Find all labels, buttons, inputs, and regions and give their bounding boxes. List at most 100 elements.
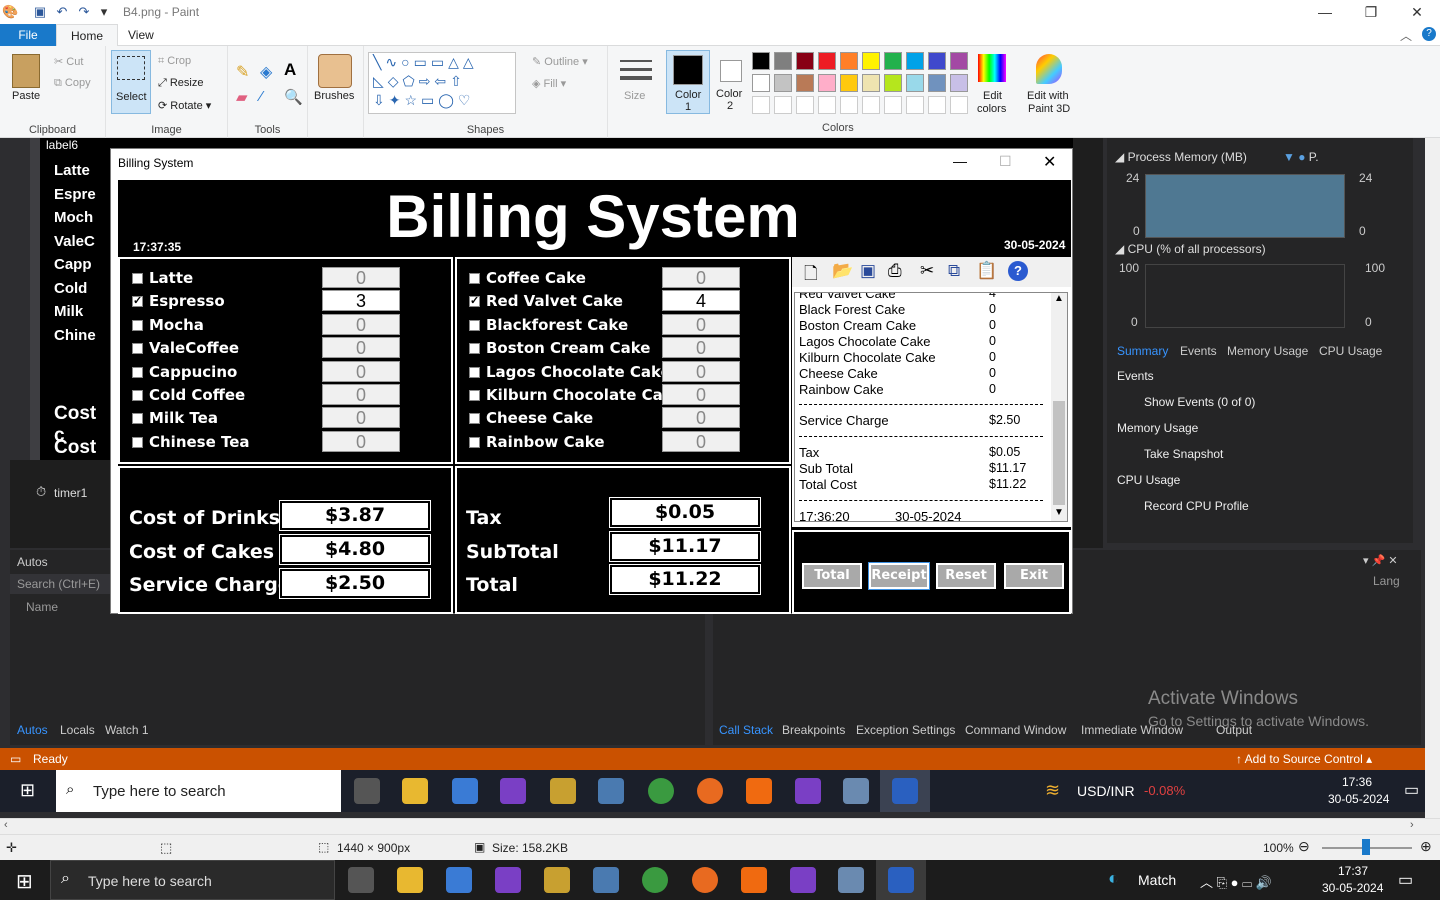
palette-custom-swatch[interactable] xyxy=(906,96,924,114)
save-file-icon[interactable]: ▣ xyxy=(860,261,882,283)
drink-qty-input[interactable]: 0 xyxy=(322,430,400,452)
cake-checkbox[interactable] xyxy=(469,319,480,331)
cake-qty-input[interactable]: 0 xyxy=(662,267,740,288)
palette-swatch[interactable] xyxy=(862,74,880,92)
cake-checkbox[interactable] xyxy=(469,413,480,425)
scroll-up-icon[interactable]: ▲ xyxy=(1054,293,1064,304)
billing-maximize-button[interactable]: ☐ xyxy=(999,153,1012,170)
eraser-icon[interactable]: ▰ xyxy=(236,88,248,106)
cake-label[interactable]: Cheese Cake xyxy=(486,409,593,427)
weather-icon[interactable]: ◐ xyxy=(1108,868,1119,889)
cake-label[interactable]: Blackforest Cake xyxy=(486,316,628,334)
scroll-right-icon[interactable]: › xyxy=(1410,819,1414,831)
paint3d-label-a[interactable]: Edit with xyxy=(1027,90,1069,102)
billing-close-button[interactable]: ✕ xyxy=(1043,152,1056,172)
color2-button[interactable]: Color 2 xyxy=(712,50,752,114)
drink-checkbox[interactable] xyxy=(132,319,143,331)
vs-tab[interactable]: Exception Settings xyxy=(856,723,955,737)
billing-minimize-button[interactable]: — xyxy=(953,153,967,169)
drink-qty-input[interactable]: 0 xyxy=(322,313,400,335)
tray-icons[interactable]: ︿ ⎘ ● ▭ 🔊 xyxy=(1200,872,1272,891)
vs-tab[interactable]: Immediate Window xyxy=(1081,723,1183,737)
paint-taskbar-icon[interactable] xyxy=(838,867,864,893)
cake-label[interactable]: Lagos Chocolate Cake xyxy=(486,363,671,381)
drink-label[interactable]: Milk Tea xyxy=(149,409,218,427)
vs-tab[interactable]: Memory Usage xyxy=(1227,344,1308,358)
cake-label[interactable]: Red Valvet Cake xyxy=(486,292,623,310)
palette-custom-swatch[interactable] xyxy=(752,96,770,114)
maximize-button[interactable]: ❐ xyxy=(1348,2,1394,22)
cake-qty-input[interactable]: 0 xyxy=(662,407,740,429)
palette-swatch[interactable] xyxy=(928,74,946,92)
cake-qty-input[interactable]: 0 xyxy=(662,360,740,382)
drink-qty-input[interactable]: 0 xyxy=(322,267,400,288)
receipt-button[interactable]: Receipt xyxy=(868,562,930,590)
save-icon[interactable]: ▣ xyxy=(32,4,48,20)
service-charge-value[interactable]: $2.50 xyxy=(279,568,431,599)
drink-label[interactable]: Espresso xyxy=(149,292,225,310)
show-events-link[interactable]: Show Events (0 of 0) xyxy=(1144,395,1255,409)
brushes-button[interactable]: Brushes xyxy=(314,90,354,102)
cake-checkbox[interactable] xyxy=(469,343,480,355)
fill-bucket-icon[interactable]: ◈ xyxy=(260,62,272,82)
paste-icon-receipt[interactable]: 📋 xyxy=(976,261,998,283)
cake-checkbox[interactable] xyxy=(469,366,480,378)
crop-button[interactable]: ⌗ Crop xyxy=(158,55,191,68)
vs-tab[interactable]: CPU Usage xyxy=(1319,344,1382,358)
cake-label[interactable]: Rainbow Cake xyxy=(486,433,605,451)
palette-custom-swatch[interactable] xyxy=(774,96,792,114)
palette-swatch[interactable] xyxy=(906,52,924,70)
palette-swatch[interactable] xyxy=(840,74,858,92)
undo-icon[interactable]: ↶ xyxy=(54,4,70,20)
cake-qty-input[interactable]: 0 xyxy=(662,337,740,359)
timer-label[interactable]: timer1 xyxy=(54,486,87,500)
drink-checkbox[interactable] xyxy=(132,390,143,401)
edit-colors-icon[interactable] xyxy=(978,54,1006,82)
cake-label[interactable]: Coffee Cake xyxy=(486,269,586,287)
subtotal-value[interactable]: $11.17 xyxy=(609,531,761,562)
rotate-button[interactable]: ⟳ Rotate ▾ xyxy=(158,99,211,112)
take-snapshot-link[interactable]: Take Snapshot xyxy=(1144,447,1223,461)
drink-label[interactable]: Cold Coffee xyxy=(149,386,245,404)
palette-swatch[interactable] xyxy=(862,52,880,70)
palette-swatch[interactable] xyxy=(752,74,770,92)
fill-button[interactable]: ◈ Fill ▾ xyxy=(532,77,566,90)
drink-label[interactable]: Chinese Tea xyxy=(149,433,250,451)
cake-label[interactable]: Boston Cream Cake xyxy=(486,339,650,357)
redo-icon[interactable]: ↷ xyxy=(76,4,92,20)
cake-checkbox[interactable]: ✓ xyxy=(469,296,480,308)
notification-icon[interactable]: ▭ xyxy=(1398,870,1413,890)
help-icon[interactable]: ? xyxy=(1422,27,1436,41)
palette-custom-swatch[interactable] xyxy=(862,96,880,114)
cake-checkbox[interactable] xyxy=(469,390,480,401)
brushes-icon[interactable] xyxy=(318,54,352,88)
palette-swatch[interactable] xyxy=(884,74,902,92)
total-button[interactable]: Total xyxy=(802,563,862,589)
drink-checkbox[interactable] xyxy=(132,366,143,378)
receipt-textbox[interactable]: Red Valvet Cake 4 Black Forest Cake 0 Bost… xyxy=(794,292,1068,522)
paste-icon[interactable] xyxy=(12,54,40,88)
horizontal-scrollbar[interactable]: ‹ › xyxy=(0,818,1440,834)
store-icon[interactable] xyxy=(446,867,472,893)
magnifier-icon[interactable]: 🔍 xyxy=(284,88,303,106)
print-icon[interactable]: ⎙ xyxy=(888,261,910,283)
zoom-out-icon[interactable]: ⊖ xyxy=(1298,838,1310,855)
drink-qty-input[interactable]: 0 xyxy=(322,407,400,429)
palette-custom-swatch[interactable] xyxy=(818,96,836,114)
vs-tab[interactable]: Call Stack xyxy=(719,723,773,737)
cut-button[interactable]: ✂ Cut xyxy=(54,55,83,68)
tab-home[interactable]: Home xyxy=(56,24,119,46)
cake-qty-input[interactable]: 4 xyxy=(662,290,740,312)
tab-view[interactable]: View xyxy=(114,24,168,46)
cake-checkbox[interactable] xyxy=(469,436,480,448)
drink-label[interactable]: ValeCoffee xyxy=(149,339,239,357)
palette-swatch[interactable] xyxy=(818,74,836,92)
size-button[interactable]: Size xyxy=(624,90,645,102)
palette-swatch[interactable] xyxy=(840,52,858,70)
palette-swatch[interactable] xyxy=(950,52,968,70)
cost-cakes-value[interactable]: $4.80 xyxy=(279,534,431,565)
vs-tab[interactable]: Locals xyxy=(60,723,95,737)
record-cpu-link[interactable]: Record CPU Profile xyxy=(1144,499,1249,513)
clock-time[interactable]: 17:37 xyxy=(1338,864,1368,878)
help-icon-receipt[interactable]: ? xyxy=(1008,261,1028,281)
